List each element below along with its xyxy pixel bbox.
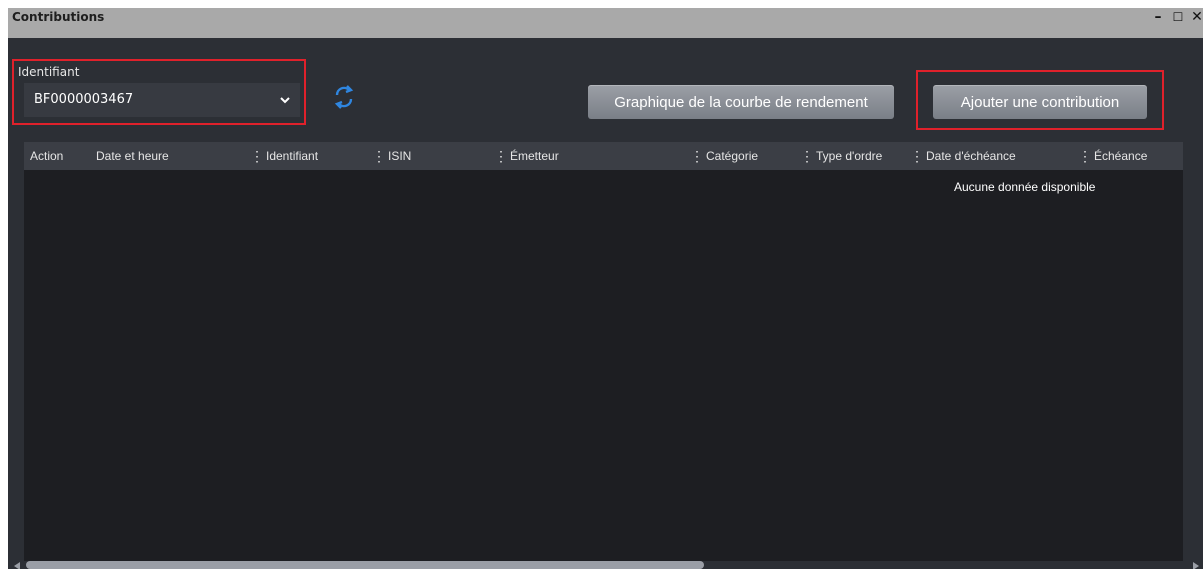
contributions-window: Contributions – ☐ ✕ Identifiant BF000000…	[8, 8, 1203, 569]
grid-header: Action Date et heure ⋮ Identifiant ⋮ ISI…	[24, 142, 1183, 170]
window-title: Contributions	[12, 10, 105, 24]
column-header-date-heure[interactable]: Date et heure ⋮	[90, 142, 264, 170]
column-menu-icon[interactable]: ⋮	[910, 142, 924, 170]
column-label: Échéance	[1094, 149, 1148, 163]
column-header-emetteur[interactable]: Émetteur ⋮	[504, 142, 704, 170]
column-menu-icon[interactable]: ⋮	[372, 142, 386, 170]
column-menu-icon[interactable]: ⋮	[800, 142, 814, 170]
maximize-button[interactable]: ☐	[1171, 8, 1185, 26]
yield-curve-chart-button[interactable]: Graphique de la courbe de rendement	[588, 85, 894, 119]
scroll-left-icon[interactable]	[14, 562, 20, 569]
minimize-button[interactable]: –	[1151, 8, 1165, 26]
empty-state-message: Aucune donnée disponible	[954, 180, 1096, 194]
column-header-categorie[interactable]: Catégorie ⋮	[700, 142, 814, 170]
identifiant-select[interactable]: BF0000003467	[24, 83, 300, 117]
chevron-down-icon	[280, 97, 290, 104]
column-header-date-echeance[interactable]: Date d'échéance ⋮	[920, 142, 1092, 170]
close-button[interactable]: ✕	[1191, 8, 1203, 26]
column-label: Type d'ordre	[816, 149, 883, 163]
scroll-right-icon[interactable]	[1193, 562, 1199, 569]
column-menu-icon[interactable]: ⋮	[1078, 142, 1092, 170]
refresh-icon[interactable]	[332, 84, 356, 110]
horizontal-scrollbar[interactable]	[8, 561, 1203, 569]
contributions-grid: Action Date et heure ⋮ Identifiant ⋮ ISI…	[24, 142, 1183, 569]
scrollbar-thumb[interactable]	[26, 561, 704, 569]
title-bar[interactable]: Contributions – ☐ ✕	[8, 8, 1203, 38]
column-header-type-ordre[interactable]: Type d'ordre ⋮	[810, 142, 924, 170]
column-label: ISIN	[388, 149, 412, 163]
column-label: Date et heure	[96, 149, 169, 163]
column-label: Émetteur	[510, 149, 559, 163]
column-label: Catégorie	[706, 149, 759, 163]
column-header-echeance[interactable]: Échéance	[1088, 142, 1183, 170]
column-header-identifiant[interactable]: Identifiant ⋮	[260, 142, 386, 170]
column-label: Identifiant	[266, 149, 319, 163]
column-menu-icon[interactable]: ⋮	[690, 142, 704, 170]
column-menu-icon[interactable]: ⋮	[250, 142, 264, 170]
window-controls: – ☐ ✕	[1151, 8, 1203, 38]
column-header-action[interactable]: Action	[24, 142, 90, 170]
column-menu-icon[interactable]: ⋮	[494, 142, 508, 170]
add-contribution-button[interactable]: Ajouter une contribution	[933, 85, 1147, 119]
column-header-isin[interactable]: ISIN ⋮	[382, 142, 508, 170]
column-label: Action	[30, 149, 64, 163]
identifiant-value: BF0000003467	[34, 92, 134, 107]
column-label: Date d'échéance	[926, 149, 1016, 163]
identifiant-label: Identifiant	[18, 65, 80, 79]
